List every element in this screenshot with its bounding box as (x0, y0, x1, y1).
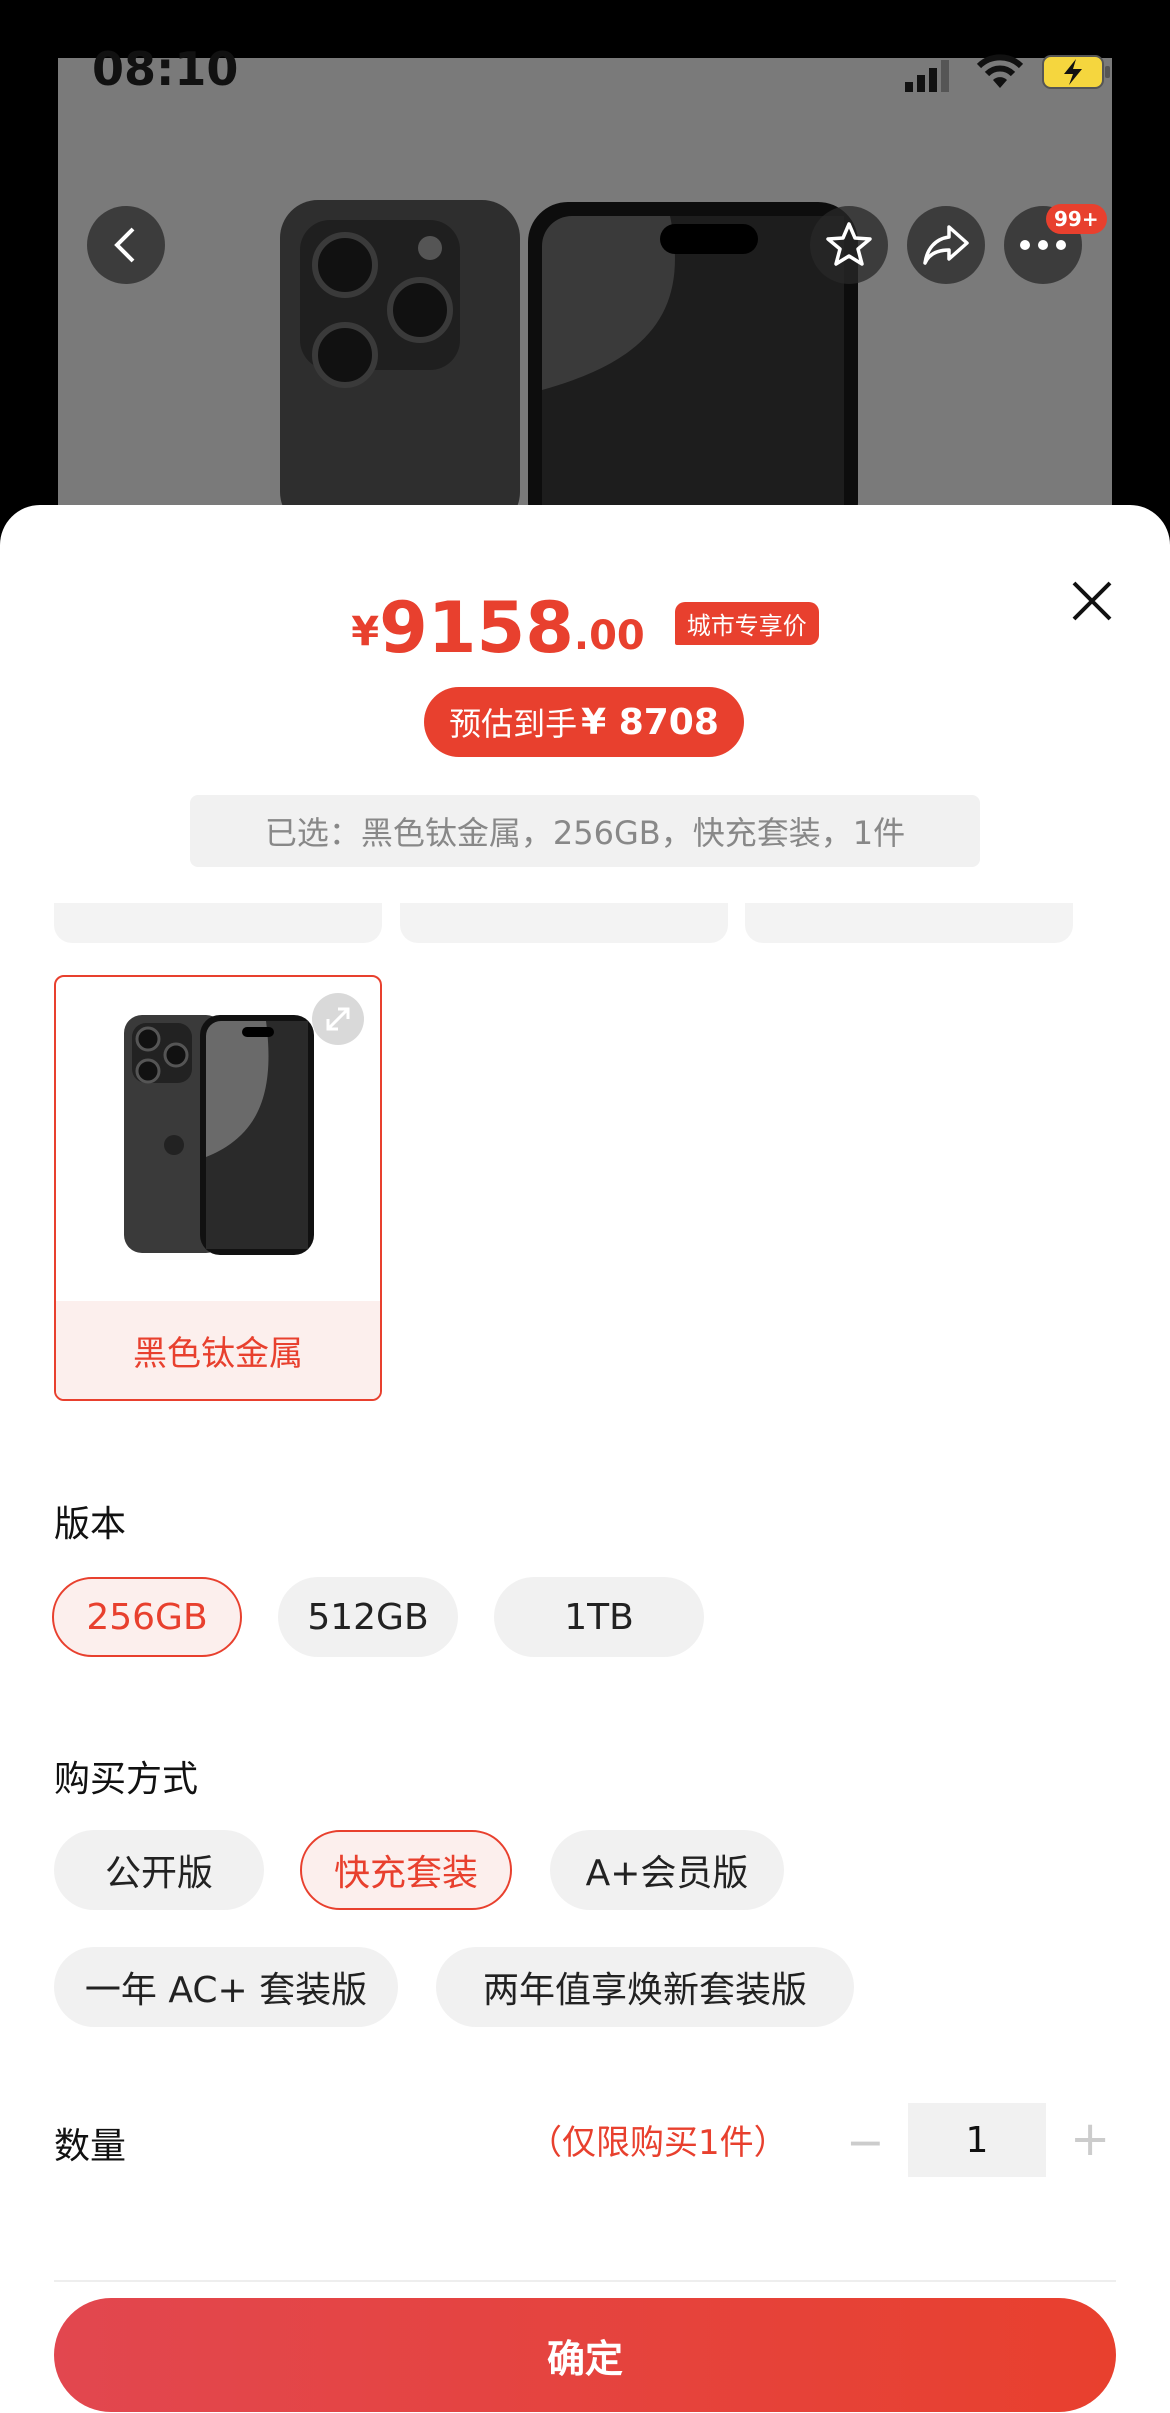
selected-summary: 已选：黑色钛金属，256GB，快充套装，1件 (190, 795, 980, 867)
color-option-partial[interactable] (400, 903, 728, 943)
purchase-section-title: 购买方式 (54, 1759, 199, 1800)
price-integer: 9158 (379, 587, 574, 669)
divider (54, 2280, 1116, 2282)
version-option-1tb[interactable]: 1TB (494, 1577, 704, 1657)
chevron-left-icon (114, 227, 135, 263)
quantity-section-title: 数量 (54, 2126, 127, 2167)
color-option-partial[interactable] (745, 903, 1073, 943)
color-option-black-titanium[interactable]: 黑色钛金属 (54, 975, 382, 1401)
sku-selector-sheet: ¥ 9158 .00 城市专享价 预估到手 ¥ 8708 已选：黑色钛金属，25… (0, 505, 1170, 2413)
status-bar: 08:10 (0, 0, 1170, 140)
version-option-512gb[interactable]: 512GB (278, 1577, 458, 1657)
wifi-icon (976, 54, 1024, 88)
quantity-input[interactable]: 1 (908, 2103, 1046, 2177)
color-option-label: 黑色钛金属 (56, 1301, 380, 1399)
version-option-256gb[interactable]: 256GB (52, 1577, 242, 1657)
purchase-option-two-year-renew[interactable]: 两年值享焕新套装版 (436, 1947, 854, 2027)
signal-icon (905, 60, 949, 92)
estimate-label: 预估到手 (449, 705, 578, 743)
battery-icon (1042, 55, 1110, 89)
expand-icon[interactable] (312, 993, 364, 1045)
price-row: ¥ 9158 .00 城市专享价 (0, 593, 1170, 663)
quantity-decrease-button[interactable]: − (846, 2115, 885, 2169)
notification-badge: 99+ (1046, 204, 1107, 234)
purchase-option-fast-charge[interactable]: 快充套装 (300, 1830, 512, 1910)
confirm-button[interactable]: 确定 (54, 2298, 1116, 2412)
purchase-option-a-plus-member[interactable]: A+会员版 (550, 1830, 784, 1910)
price-decimal: .00 (573, 613, 645, 659)
quantity-limit-note: （仅限购买1件） (528, 2123, 788, 2163)
estimate-value: ¥ 8708 (581, 701, 719, 743)
more-dots-icon (1020, 240, 1066, 250)
star-icon (826, 222, 872, 266)
price: ¥ 9158 .00 城市专享价 (351, 593, 819, 663)
back-button[interactable] (87, 206, 165, 284)
purchase-option-standard[interactable]: 公开版 (54, 1830, 264, 1910)
purchase-option-one-year-ac[interactable]: 一年 AC+ 套装版 (54, 1947, 398, 2027)
status-time: 08:10 (92, 42, 239, 96)
share-button[interactable] (907, 206, 985, 284)
estimated-price-badge: 预估到手 ¥ 8708 (424, 687, 744, 757)
color-option-partial[interactable] (54, 903, 382, 943)
quantity-increase-button[interactable]: + (1070, 2111, 1110, 2167)
version-section-title: 版本 (54, 1504, 127, 1545)
favorite-button[interactable] (810, 206, 888, 284)
share-icon (923, 225, 969, 265)
price-currency: ¥ (351, 609, 380, 655)
city-price-tag: 城市专享价 (674, 602, 819, 645)
